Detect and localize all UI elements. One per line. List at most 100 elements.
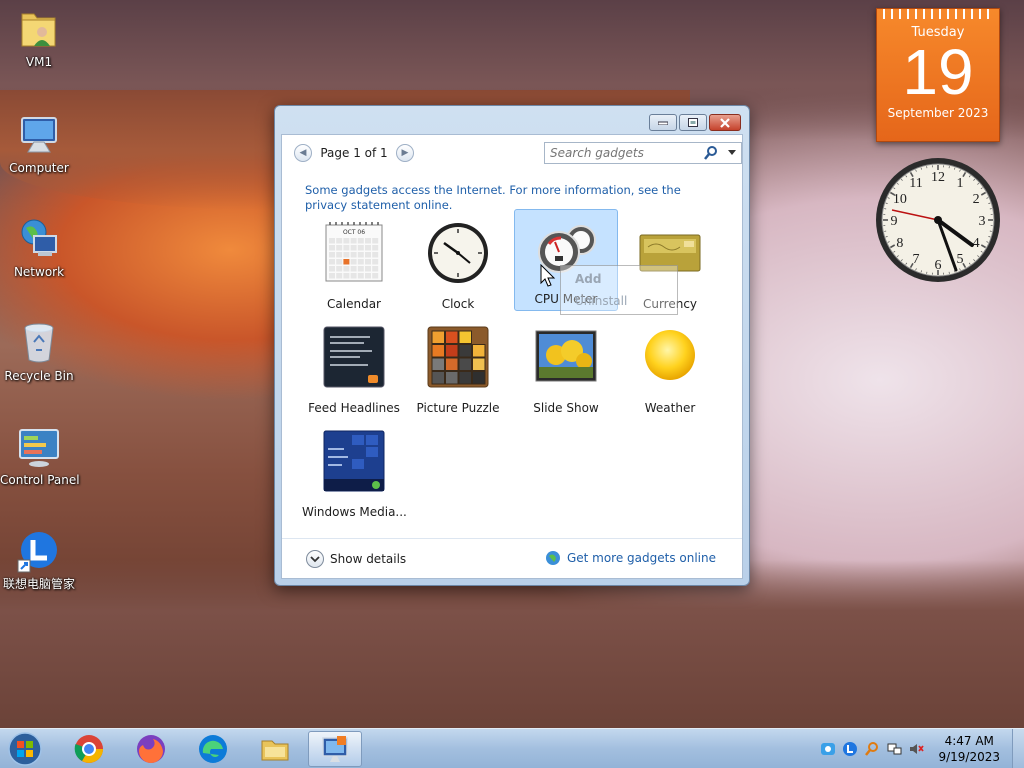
gadget-name: Feed Headlines — [308, 401, 400, 415]
desktop-icon-label: 联想电脑管家 — [2, 577, 75, 591]
tray-search-icon[interactable] — [864, 741, 880, 757]
search-box[interactable] — [544, 142, 742, 164]
taskbar-time: 4:47 AM — [944, 734, 994, 748]
computer-icon — [16, 112, 62, 158]
gadget-tile-calendar[interactable]: OCT 06 Calendar — [302, 215, 406, 319]
taskbar-explorer-button[interactable] — [248, 731, 302, 767]
windows-media-center-icon — [322, 429, 386, 493]
chevron-down-icon[interactable] — [728, 150, 736, 155]
desktop-icon-label: Computer — [9, 161, 69, 175]
start-button[interactable] — [4, 731, 46, 767]
minimize-button[interactable] — [649, 114, 677, 131]
globe-icon — [545, 551, 560, 565]
gadget-name: Weather — [644, 401, 696, 415]
add-option[interactable]: Add — [575, 272, 601, 286]
close-icon — [720, 117, 730, 128]
analog-clock-face-icon: 12 1234567891011 — [876, 158, 1000, 282]
restore-icon — [688, 118, 698, 127]
tray-shield-icon[interactable] — [820, 741, 836, 757]
gadget-name: Calendar — [327, 297, 381, 311]
user-folder-icon — [16, 6, 62, 52]
gadgets-window[interactable]: ◀ Page 1 of 1 ▶ Some gadgets access the … — [274, 105, 750, 586]
show-details-toggle[interactable]: Show details — [306, 550, 406, 568]
desktop-icon-control-panel[interactable]: Control Panel — [0, 424, 80, 487]
calendar-day-number: 19 — [902, 36, 974, 108]
chevron-right-icon: ▶ — [401, 148, 409, 158]
minimize-icon — [658, 121, 668, 125]
gadget-tile-slide-show[interactable]: Slide Show — [514, 319, 618, 423]
gadget-drag-ghost: Add Uninstall — [560, 265, 678, 315]
chevron-down-circle-icon — [306, 550, 324, 568]
clock-numeral: 2 — [973, 192, 980, 207]
uninstall-option[interactable]: Uninstall — [575, 294, 627, 308]
desktop-icon-network[interactable]: Network — [0, 216, 78, 279]
previous-page-button[interactable]: ◀ — [294, 144, 312, 162]
desktop-icon-vm1[interactable]: VM1 — [0, 6, 78, 69]
get-more-gadgets-link[interactable]: Get more gadgets online — [545, 550, 716, 566]
firefox-icon — [137, 735, 165, 763]
clock-icon — [426, 221, 490, 285]
network-globe-icon — [16, 216, 62, 262]
gadget-tile-clock[interactable]: Clock — [406, 215, 510, 319]
calendar-rings — [883, 9, 993, 19]
tray-volume-muted-icon[interactable] — [908, 741, 924, 757]
show-details-label: Show details — [330, 552, 407, 566]
clock-numeral: 8 — [896, 236, 903, 251]
desktop-icon-label: Recycle Bin — [4, 369, 74, 383]
clock-numeral: 3 — [979, 214, 986, 229]
lenovo-pc-manager-icon — [16, 528, 62, 574]
taskbar-date: 9/19/2023 — [938, 750, 1000, 764]
show-desktop-button[interactable] — [1012, 729, 1024, 768]
recycle-bin-icon — [16, 320, 62, 366]
calendar-month-year: September 2023 — [887, 106, 989, 120]
desktop-icon-label: Network — [13, 265, 65, 279]
dialog-footer: Show details Get more gadgets online — [282, 538, 742, 578]
gadget-name: Picture Puzzle — [416, 401, 500, 415]
slide-show-icon — [534, 325, 598, 389]
windows-orb-icon — [8, 732, 42, 766]
chevron-left-icon: ◀ — [299, 148, 307, 158]
control-panel-icon — [16, 424, 62, 470]
taskbar-chrome-button[interactable] — [62, 731, 116, 767]
gadgets-icon — [322, 736, 348, 762]
desktop-icon-recycle-bin[interactable]: Recycle Bin — [0, 320, 78, 383]
calendar-gadget[interactable]: Tuesday 19 September 2023 — [876, 8, 1000, 142]
gadget-tile-windows-media-center[interactable]: Windows Media... — [302, 423, 407, 527]
page-navigator: ◀ Page 1 of 1 ▶ — [294, 143, 414, 163]
taskbar-gadgets-button[interactable] — [308, 731, 362, 767]
search-icon[interactable] — [703, 145, 719, 161]
desktop-icon-computer[interactable]: Computer — [0, 112, 78, 175]
calendar-thumb-month: OCT 06 — [343, 229, 365, 236]
restore-button[interactable] — [679, 114, 707, 131]
gadget-name: Windows Media... — [302, 505, 407, 519]
gadget-tile-feed-headlines[interactable]: Feed Headlines — [302, 319, 406, 423]
taskbar-clock[interactable]: 4:47 AM 9/19/2023 — [938, 733, 1000, 765]
tray-lenovo-icon[interactable] — [842, 741, 858, 757]
taskbar-firefox-button[interactable] — [124, 731, 178, 767]
desktop-icon-label: Control Panel — [0, 473, 80, 487]
close-button[interactable] — [709, 114, 741, 131]
edge-icon — [199, 735, 227, 763]
privacy-info-link[interactable]: Some gadgets access the Internet. For mo… — [305, 183, 705, 213]
gadget-tile-weather[interactable]: Weather — [618, 319, 722, 423]
taskbar-edge-button[interactable] — [186, 731, 240, 767]
gadget-name: Slide Show — [533, 401, 599, 415]
taskbar: 4:47 AM 9/19/2023 — [0, 728, 1024, 768]
desktop-icon-label: VM1 — [25, 55, 53, 69]
desktop-icon-lenovo-pc-manager[interactable]: 联想电脑管家 — [0, 528, 78, 591]
clock-numeral: 7 — [913, 252, 920, 267]
search-input[interactable] — [550, 146, 700, 160]
window-controls — [649, 114, 741, 131]
next-page-button[interactable]: ▶ — [396, 144, 414, 162]
tray-network-icon[interactable] — [886, 741, 902, 757]
calendar-icon: OCT 06 — [322, 221, 386, 285]
clock-numeral: 12 — [931, 170, 945, 185]
clock-gadget[interactable]: 12 1 2 3 4 5 6 7 8 9 10 11 — [874, 156, 1002, 284]
clock-numeral: 5 — [957, 252, 964, 267]
clock-numeral: 4 — [973, 236, 980, 251]
gadget-tile-picture-puzzle[interactable]: Picture Puzzle — [406, 319, 510, 423]
gadget-name: Clock — [441, 297, 475, 311]
feed-headlines-icon — [322, 325, 386, 389]
clock-numeral: 1 — [957, 176, 964, 191]
clock-numeral: 11 — [909, 176, 922, 191]
